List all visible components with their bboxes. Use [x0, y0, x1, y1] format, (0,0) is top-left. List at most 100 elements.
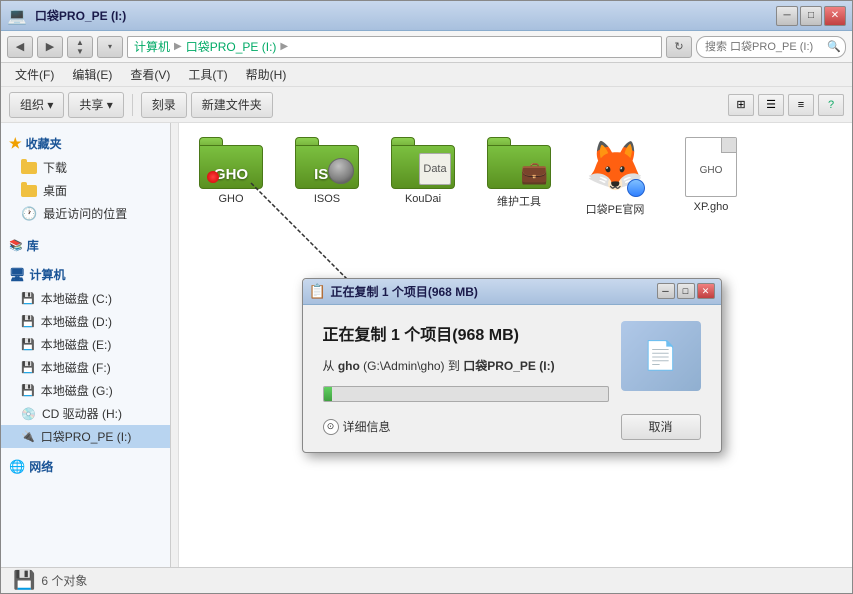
help-button[interactable]: ? — [818, 94, 844, 116]
sidebar-item-recent[interactable]: 🕐 最近访问的位置 — [1, 202, 170, 225]
sidebar-item-g[interactable]: 💾 本地磁盘 (G:) — [1, 379, 170, 402]
file-item-name: ISOS — [314, 193, 340, 205]
computer-section[interactable]: 🖥 计算机 — [1, 262, 170, 287]
folder-body: ISO — [295, 145, 359, 189]
library-section[interactable]: 📚 库 — [1, 233, 170, 258]
search-icon[interactable]: 🔍 — [826, 39, 842, 55]
soft-overlay: 💼 — [521, 160, 548, 186]
burn-button[interactable]: 刻录 — [141, 92, 187, 118]
sidebar-item-label: 本地磁盘 (E:) — [41, 336, 112, 353]
file-item-name: 维护工具 — [497, 193, 541, 209]
close-button[interactable]: ✕ — [824, 6, 846, 26]
recent-locations-button[interactable]: ▾ — [97, 36, 123, 58]
soft-folder-icon: 💼 — [487, 137, 551, 189]
title-bar-left: 💻 口袋PRO_PE (I:) — [7, 6, 776, 26]
gho-marker — [207, 171, 219, 183]
sidebar-item-c[interactable]: 💾 本地磁盘 (C:) — [1, 287, 170, 310]
status-drive-icon: 💾 — [13, 570, 35, 591]
view-list-button[interactable]: ☰ — [758, 94, 784, 116]
dialog-content-row: 正在复制 1 个项目(968 MB) 从 gho (G:\Admin\gho) … — [323, 321, 701, 414]
share-button[interactable]: 共享 ▾ — [68, 92, 123, 118]
file-item-isos[interactable]: ISO ISOS — [287, 133, 367, 221]
sidebar-scroll-track[interactable] — [171, 123, 179, 567]
network-label: 网络 — [29, 458, 53, 475]
search-input[interactable] — [696, 36, 846, 58]
forward-button[interactable]: ▶ — [37, 36, 63, 58]
menu-bar: 文件(F) 编辑(E) 查看(V) 工具(T) 帮助(H) — [1, 63, 852, 87]
iso-folder-icon: ISO — [295, 137, 359, 189]
computer-crumb[interactable]: 计算机 — [134, 38, 170, 55]
gho-file-icon: GHO — [685, 137, 737, 197]
firefox-icon-wrapper: 🦊 — [585, 137, 645, 197]
disk-icon: 💾 — [21, 338, 35, 351]
new-folder-button[interactable]: 新建文件夹 — [191, 92, 273, 118]
view-detail-button[interactable]: ≡ — [788, 94, 814, 116]
details-toggle[interactable]: ⊙ 详细信息 — [323, 418, 391, 435]
folder-body: GHO — [199, 145, 263, 189]
file-item-name: GHO — [218, 193, 243, 205]
breadcrumb-bar[interactable]: 计算机 ▶ 口袋PRO_PE (I:) ▶ — [127, 36, 662, 58]
menu-edit[interactable]: 编辑(E) — [64, 64, 120, 85]
folder-icon — [21, 185, 37, 197]
dialog-maximize-button[interactable]: □ — [677, 283, 695, 299]
file-area: GHO GHO ISO — [171, 123, 852, 567]
menu-help[interactable]: 帮助(H) — [238, 64, 295, 85]
network-section[interactable]: 🌐 网络 — [1, 454, 170, 479]
sidebar-item-label: 本地磁盘 (C:) — [41, 290, 112, 307]
library-label: 库 — [27, 237, 39, 254]
dialog-text-area: 正在复制 1 个项目(968 MB) 从 gho (G:\Admin\gho) … — [323, 321, 609, 414]
favorites-section[interactable]: ★ 收藏夹 — [1, 131, 170, 156]
sidebar-item-label: 本地磁盘 (D:) — [41, 313, 112, 330]
network-icon: 🌐 — [9, 459, 25, 475]
sidebar-item-label: 桌面 — [43, 182, 67, 199]
details-label: 详细信息 — [343, 418, 391, 435]
sidebar-item-desktop[interactable]: 桌面 — [1, 179, 170, 202]
file-item-koudai[interactable]: Data KouDai — [383, 133, 463, 221]
sidebar-item-f[interactable]: 💾 本地磁盘 (F:) — [1, 356, 170, 379]
disk-icon: 💾 — [21, 384, 35, 397]
restore-button[interactable]: □ — [800, 6, 822, 26]
drive-crumb[interactable]: 口袋PRO_PE (I:) — [186, 38, 277, 55]
organize-button[interactable]: 组织 ▾ — [9, 92, 64, 118]
computer-icon: 🖥 — [9, 267, 26, 283]
sidebar-item-i[interactable]: 🔌 口袋PRO_PE (I:) — [1, 425, 170, 448]
sidebar-item-label: CD 驱动器 (H:) — [42, 405, 122, 422]
dialog-footer: ⊙ 详细信息 取消 — [323, 414, 701, 440]
refresh-button[interactable]: ↻ — [666, 36, 692, 58]
sidebar-item-h[interactable]: 💿 CD 驱动器 (H:) — [1, 402, 170, 425]
sidebar-spacer — [1, 225, 170, 233]
file-item-xpgho[interactable]: GHO XP.gho — [671, 133, 751, 221]
back-button[interactable]: ◀ — [7, 36, 33, 58]
recent-icon: 🕐 — [21, 206, 37, 222]
dialog-minimize-button[interactable]: ─ — [657, 283, 675, 299]
copy-dialog: 📋 正在复制 1 个项目(968 MB) ─ □ ✕ 正在复制 1 个项目(96… — [302, 278, 722, 453]
file-item-soft[interactable]: 💼 维护工具 — [479, 133, 559, 221]
cancel-button[interactable]: 取消 — [621, 414, 701, 440]
folder-body: Data — [391, 145, 455, 189]
minimize-button[interactable]: ─ — [776, 6, 798, 26]
sidebar-item-label: 本地磁盘 (F:) — [41, 359, 111, 376]
sidebar-item-label: 下载 — [43, 159, 67, 176]
sidebar-item-label: 最近访问的位置 — [43, 205, 127, 222]
view-mode-button[interactable]: ⊞ — [728, 94, 754, 116]
dialog-title-text: 正在复制 1 个项目(968 MB) — [331, 283, 657, 300]
source-bold: gho — [338, 359, 360, 373]
folder-body: 💼 — [487, 145, 551, 189]
dialog-close-button[interactable]: ✕ — [697, 283, 715, 299]
data-overlay: Data — [419, 153, 451, 185]
sidebar-item-d[interactable]: 💾 本地磁盘 (D:) — [1, 310, 170, 333]
window-icon: 💻 — [7, 6, 27, 26]
sidebar-item-e[interactable]: 💾 本地磁盘 (E:) — [1, 333, 170, 356]
up-button[interactable]: ▲▼ — [67, 36, 93, 58]
file-item-gho[interactable]: GHO GHO — [191, 133, 271, 221]
menu-tools[interactable]: 工具(T) — [180, 64, 235, 85]
menu-file[interactable]: 文件(F) — [7, 64, 62, 85]
toolbar-right: ⊞ ☰ ≡ ? — [728, 94, 844, 116]
star-icon: ★ — [9, 135, 22, 152]
sidebar-item-downloads[interactable]: 下载 — [1, 156, 170, 179]
dialog-title-bar: 📋 正在复制 1 个项目(968 MB) ─ □ ✕ — [303, 279, 721, 305]
computer-label: 计算机 — [30, 266, 66, 283]
menu-view[interactable]: 查看(V) — [122, 64, 178, 85]
crumb-sep-1: ▶ — [174, 41, 182, 52]
file-item-firefox[interactable]: 🦊 口袋PE官网 — [575, 133, 655, 221]
